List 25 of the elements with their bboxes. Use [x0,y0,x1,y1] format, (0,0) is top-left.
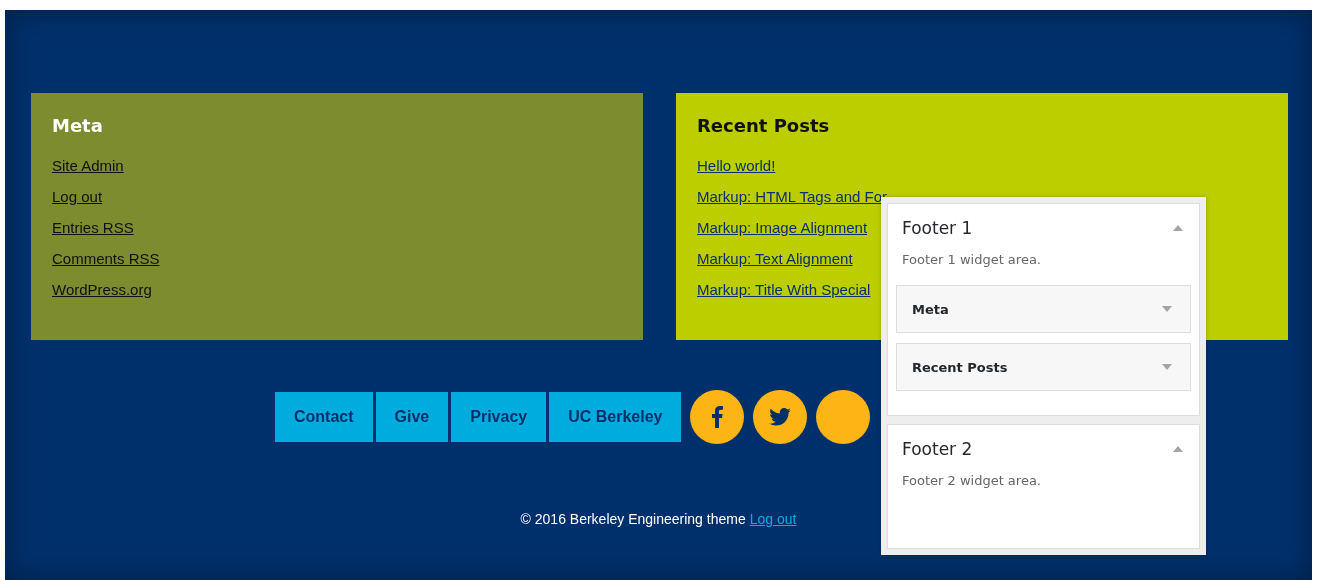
widget-link[interactable]: Site Admin [52,157,124,174]
widget-area-description: Footer 1 widget area. [901,251,1042,269]
widget-row-title: Recent Posts [912,359,1008,375]
widget-title: Recent Posts [697,115,830,136]
widget-link[interactable]: Entries RSS [52,219,134,236]
copyright-text: © 2016 Berkeley Engineering theme [520,511,746,527]
nav-button[interactable]: Contact [275,392,373,442]
nav-button[interactable]: UC Berkeley [549,392,682,442]
widget-row-title: Meta [912,301,949,317]
widget-link[interactable]: Markup: Title With Special [697,281,871,298]
widget-area-title[interactable]: Footer 1 [902,218,973,238]
widget-link[interactable]: Comments RSS [52,250,160,267]
widget-title: Meta [52,115,103,136]
logout-link[interactable]: Log out [749,511,797,527]
widget-row[interactable]: Meta [896,285,1191,333]
widget-link[interactable]: WordPress.org [52,281,152,298]
widget-link[interactable]: Markup: Text Alignment [697,250,853,267]
widget-link[interactable]: Markup: Image Alignment [697,219,868,236]
widget-link[interactable]: Log out [52,188,103,205]
widget-area-description: Footer 2 widget area. [901,472,1042,490]
widget-area-title[interactable]: Footer 2 [902,439,973,459]
nav-button[interactable]: Privacy [451,392,547,442]
widget-link[interactable]: Hello world! [697,157,776,174]
nav-button[interactable]: Give [375,392,449,442]
widget-row[interactable]: Recent Posts [896,343,1191,391]
